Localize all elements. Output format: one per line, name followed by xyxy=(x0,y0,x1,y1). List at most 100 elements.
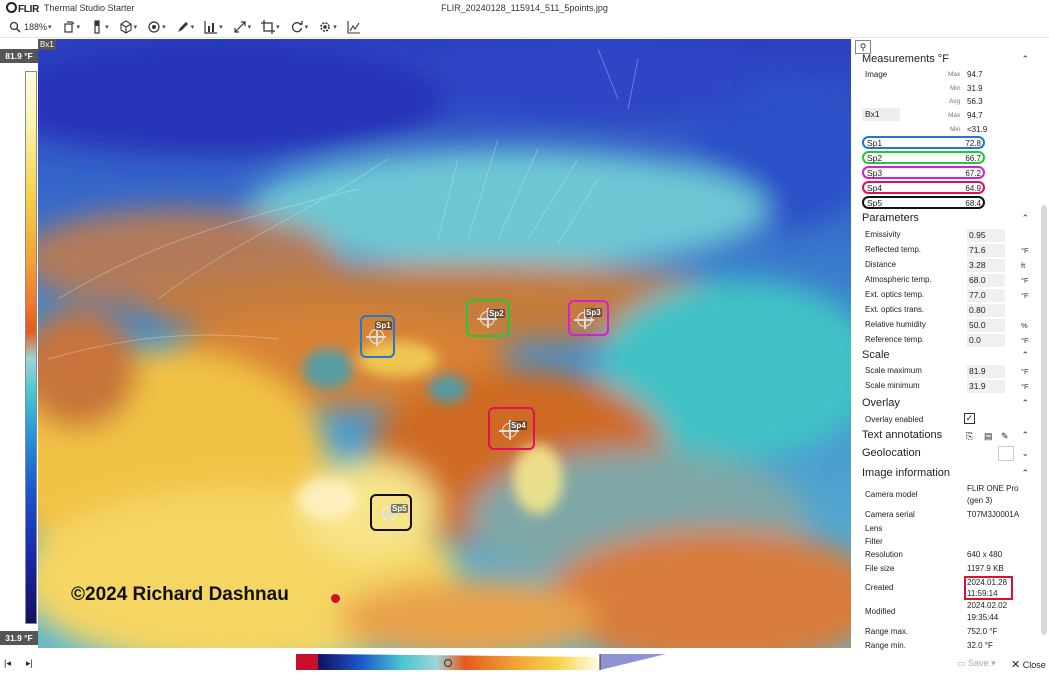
rotate-icon xyxy=(63,20,74,33)
copyright-watermark: ©2024 Richard Dashnau xyxy=(71,584,289,605)
spot-sp2[interactable]: Sp2 xyxy=(466,299,510,337)
spot-sp5[interactable]: Sp5 xyxy=(370,494,412,531)
measurements-header[interactable]: Measurements °F xyxy=(862,53,949,65)
settings-icon xyxy=(320,21,330,32)
chevron-up-icon[interactable]: ⌃ xyxy=(1021,350,1029,361)
spot-row-sp1[interactable]: Sp1 72.8 xyxy=(862,136,985,149)
settings-tool[interactable]: ▾ xyxy=(316,18,339,36)
spot-tag: Sp2 xyxy=(488,309,505,318)
spot-row-sp4[interactable]: Sp4 64.9 xyxy=(862,181,985,194)
map-icon[interactable] xyxy=(998,446,1014,461)
param-label: Reference temp. xyxy=(865,335,925,344)
image-min: 31.9 xyxy=(967,84,983,93)
box-label[interactable]: Bx1 xyxy=(38,39,56,50)
chevron-up-icon[interactable]: ⌃ xyxy=(1021,430,1029,441)
document-icon[interactable]: ▤ xyxy=(984,431,993,442)
save-label: Save xyxy=(968,658,989,668)
param-unit: °F xyxy=(1021,276,1029,285)
image-max: 94.7 xyxy=(967,70,983,79)
scale-header[interactable]: Scale xyxy=(862,349,890,361)
graph-tool[interactable] xyxy=(345,18,363,36)
thermal-image-render xyxy=(38,39,851,648)
overlay-enabled-checkbox[interactable]: ✓ xyxy=(964,413,975,424)
chevron-up-icon[interactable]: ⌃ xyxy=(1021,468,1029,479)
range-min-value: 32.0 °F xyxy=(967,641,993,650)
palette-tool[interactable]: ▾ xyxy=(88,18,111,36)
zoom-icon xyxy=(9,21,21,33)
param-unit: °F xyxy=(1021,367,1029,376)
chevron-down-icon: ▾ xyxy=(991,658,996,668)
3d-tool[interactable]: ▾ xyxy=(117,18,140,36)
spot-row-sp3[interactable]: Sp3 67.2 xyxy=(862,166,985,179)
save-icon: ▭ xyxy=(957,658,966,668)
thermal-image[interactable]: Bx1 Sp1 Sp2 Sp3 Sp4 Sp5 ©2024 Richard Da… xyxy=(38,39,851,648)
next-image-icon[interactable]: ▸| xyxy=(26,658,33,669)
close-button[interactable]: ✕ Close xyxy=(1011,658,1046,671)
param-unit: ft xyxy=(1021,261,1026,270)
color-scale-bar[interactable] xyxy=(25,71,37,624)
camera-model-value-2: (gen 3) xyxy=(967,496,993,505)
param-value-field[interactable]: 71.6 xyxy=(967,244,1005,257)
param-label: Ext. optics trans. xyxy=(865,305,925,314)
text-annotations-header[interactable]: Text annotations xyxy=(862,429,942,441)
chart-tool[interactable]: ▾ xyxy=(202,18,225,36)
param-value-field[interactable]: 77.0 xyxy=(967,289,1005,302)
param-value-field[interactable]: 50.0 xyxy=(967,319,1005,332)
param-value-field[interactable]: 81.9 xyxy=(967,365,1005,378)
file-size-label: File size xyxy=(865,564,895,573)
toolbar: 188% ▾ ▾ ▾ ▾ ▾ ▾ ▾ ▾ ▾ ▾ ▾ xyxy=(0,16,1049,38)
spot-row-sp5[interactable]: Sp5 68.4 xyxy=(862,196,985,209)
crop-tool[interactable]: ▾ xyxy=(259,18,282,36)
properties-panel: ⚲ Measurements °F ⌃ Image Max 94.7 Min 3… xyxy=(853,39,1049,653)
chevron-down-icon: ▾ xyxy=(247,23,252,31)
overlay-header[interactable]: Overlay xyxy=(862,397,900,409)
chevron-up-icon[interactable]: ⌃ xyxy=(1021,398,1029,409)
param-value-field[interactable]: 0.95 xyxy=(967,229,1005,242)
lens-label: Lens xyxy=(865,524,883,533)
image-information-header[interactable]: Image information xyxy=(862,467,950,479)
chevron-down-icon: ▾ xyxy=(105,23,109,31)
chevron-down-icon[interactable]: ⌄ xyxy=(1021,448,1029,459)
draw-tool[interactable]: ▾ xyxy=(174,18,197,36)
spot-sp1[interactable]: Sp1 xyxy=(360,315,395,358)
rotate-tool[interactable]: ▾ xyxy=(60,18,83,36)
panel-scrollbar[interactable] xyxy=(1039,47,1047,647)
add-note-icon[interactable]: ⎘ xyxy=(966,431,973,442)
save-button[interactable]: ▭ Save ▾ xyxy=(957,658,996,669)
param-label: Ext. optics temp. xyxy=(865,290,925,299)
param-value-field[interactable]: 68.0 xyxy=(967,274,1005,287)
spot-sp3[interactable]: Sp3 xyxy=(568,300,609,336)
refresh-tool[interactable]: ▾ xyxy=(288,18,311,36)
chevron-up-icon[interactable]: ⌃ xyxy=(1021,213,1029,224)
camera-serial-label: Camera serial xyxy=(865,510,915,519)
scale-histogram[interactable] xyxy=(296,653,680,671)
edit-document-icon[interactable]: ✎ xyxy=(1001,431,1009,442)
param-value-field[interactable]: 0.80 xyxy=(967,304,1005,317)
app-window: FLIR Thermal Studio Starter FLIR_2024012… xyxy=(0,0,1049,675)
first-image-icon[interactable]: |◂ xyxy=(4,658,11,669)
parameters-header[interactable]: Parameters xyxy=(862,212,919,224)
file-name: FLIR_20240128_115914_511_5points.jpg xyxy=(441,3,608,13)
geolocation-header[interactable]: Geolocation xyxy=(862,447,921,459)
chevron-down-icon: ▾ xyxy=(76,23,81,31)
pin-icon[interactable]: ⚲ xyxy=(855,40,871,54)
param-value-field[interactable]: 3.28 xyxy=(967,259,1005,272)
zoom-tool[interactable]: 188% ▾ xyxy=(6,18,54,36)
param-value-field[interactable]: 0.0 xyxy=(967,334,1005,347)
spot-row-sp2[interactable]: Sp2 66.7 xyxy=(862,151,985,164)
spot-name: Sp4 xyxy=(867,183,883,193)
transform-tool[interactable]: ▾ xyxy=(231,18,254,36)
modified-date: 2024.02.02 xyxy=(967,601,1008,610)
spot-sp4[interactable]: Sp4 xyxy=(488,407,535,450)
scrollbar-thumb[interactable] xyxy=(1041,205,1047,635)
chevron-up-icon[interactable]: ⌃ xyxy=(1021,54,1029,65)
camera-tool[interactable]: ▾ xyxy=(145,18,168,36)
close-icon: ✕ xyxy=(1011,659,1021,671)
hot-marker xyxy=(331,594,340,603)
param-label: Scale maximum xyxy=(865,366,922,375)
param-value-field[interactable]: 31.9 xyxy=(967,380,1005,393)
filter-label: Filter xyxy=(865,537,883,546)
spot-name: Sp5 xyxy=(867,198,883,208)
bx1-label[interactable]: Bx1 xyxy=(862,108,900,121)
zoom-level: 188% xyxy=(24,21,48,32)
